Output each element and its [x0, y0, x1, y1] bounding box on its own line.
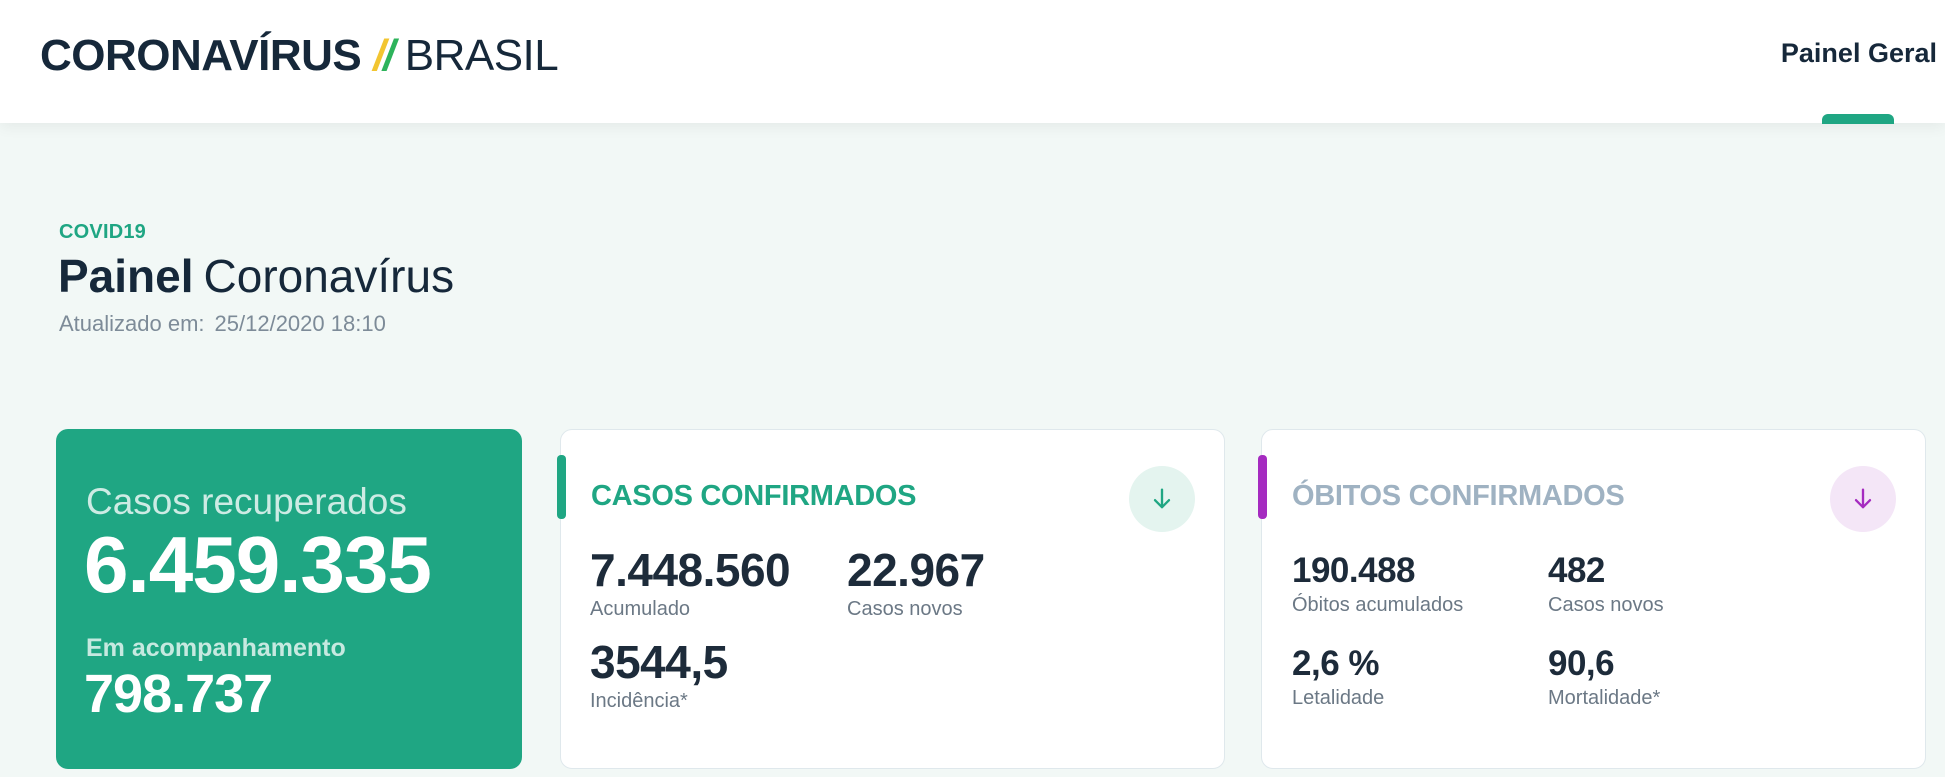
page-title: Painel Coronavírus	[58, 248, 454, 304]
stat-value: 3544,5	[590, 636, 728, 688]
confirmed-cases-card: CASOS CONFIRMADOS 7.448.560 Acumulado 22…	[557, 429, 1225, 769]
stat-value: 7.448.560	[590, 544, 791, 596]
deaths-new: 482 Casos novos	[1548, 550, 1664, 617]
card-title: ÓBITOS CONFIRMADOS	[1292, 480, 1625, 512]
stat-label: Casos novos	[1548, 594, 1664, 616]
brand-sub: BRASIL	[404, 31, 559, 80]
top-header: CORONAVÍRUS//BRASIL Painel Geral	[0, 0, 1945, 123]
updated-timestamp: Atualizado em: 25/12/2020 18:10	[59, 311, 386, 337]
card-accent-bar	[1258, 455, 1267, 519]
recovered-card: Casos recuperados 6.459.335 Em acompanha…	[56, 429, 522, 769]
monitoring-value: 798.737	[84, 664, 273, 724]
stat-label: Incidência*	[590, 690, 688, 712]
brand-slash-icon: //	[373, 31, 395, 80]
cases-incidence: 3544,5 Incidência*	[590, 636, 728, 713]
page-kicker: COVID19	[59, 221, 146, 243]
recovered-value: 6.459.335	[84, 520, 432, 609]
stat-value: 2,6 %	[1292, 644, 1380, 683]
nav-painel-geral[interactable]: Painel Geral	[1781, 38, 1937, 69]
deaths-lethality: 2,6 % Letalidade	[1292, 643, 1384, 710]
stat-value: 22.967	[847, 544, 985, 596]
card-accent-bar	[557, 455, 566, 519]
page-title-bold: Painel	[58, 250, 194, 302]
stat-value: 90,6	[1548, 644, 1615, 683]
stat-label: Acumulado	[590, 598, 691, 620]
cases-new: 22.967 Casos novos	[847, 544, 985, 621]
arrow-down-icon	[1854, 488, 1872, 509]
stat-label: Óbitos acumulados	[1292, 594, 1464, 616]
card-title: CASOS CONFIRMADOS	[591, 480, 917, 512]
download-cases-button[interactable]	[1129, 466, 1195, 532]
brand-main: CORONAVÍRUS	[40, 31, 362, 80]
deaths-accumulated: 190.488 Óbitos acumulados	[1292, 550, 1463, 617]
stat-label: Letalidade	[1292, 687, 1385, 709]
download-deaths-button[interactable]	[1830, 466, 1896, 532]
page-title-light: Coronavírus	[203, 250, 455, 302]
deaths-mortality: 90,6 Mortalidade*	[1548, 643, 1660, 710]
stat-label: Mortalidade*	[1548, 687, 1661, 709]
recovered-label: Casos recuperados	[86, 481, 407, 522]
cases-accumulated: 7.448.560 Acumulado	[590, 544, 791, 621]
confirmed-deaths-card: ÓBITOS CONFIRMADOS 190.488 Óbitos acumul…	[1258, 429, 1926, 769]
stat-label: Casos novos	[847, 598, 963, 620]
stat-value: 190.488	[1292, 551, 1416, 590]
arrow-down-icon	[1153, 488, 1171, 509]
stat-value: 482	[1548, 551, 1605, 590]
site-logo[interactable]: CORONAVÍRUS//BRASIL	[40, 30, 559, 82]
monitoring-label: Em acompanhamento	[86, 634, 346, 662]
updated-label: Atualizado em:	[59, 311, 205, 336]
updated-value: 25/12/2020 18:10	[214, 311, 386, 336]
nav-active-indicator	[1822, 114, 1894, 124]
